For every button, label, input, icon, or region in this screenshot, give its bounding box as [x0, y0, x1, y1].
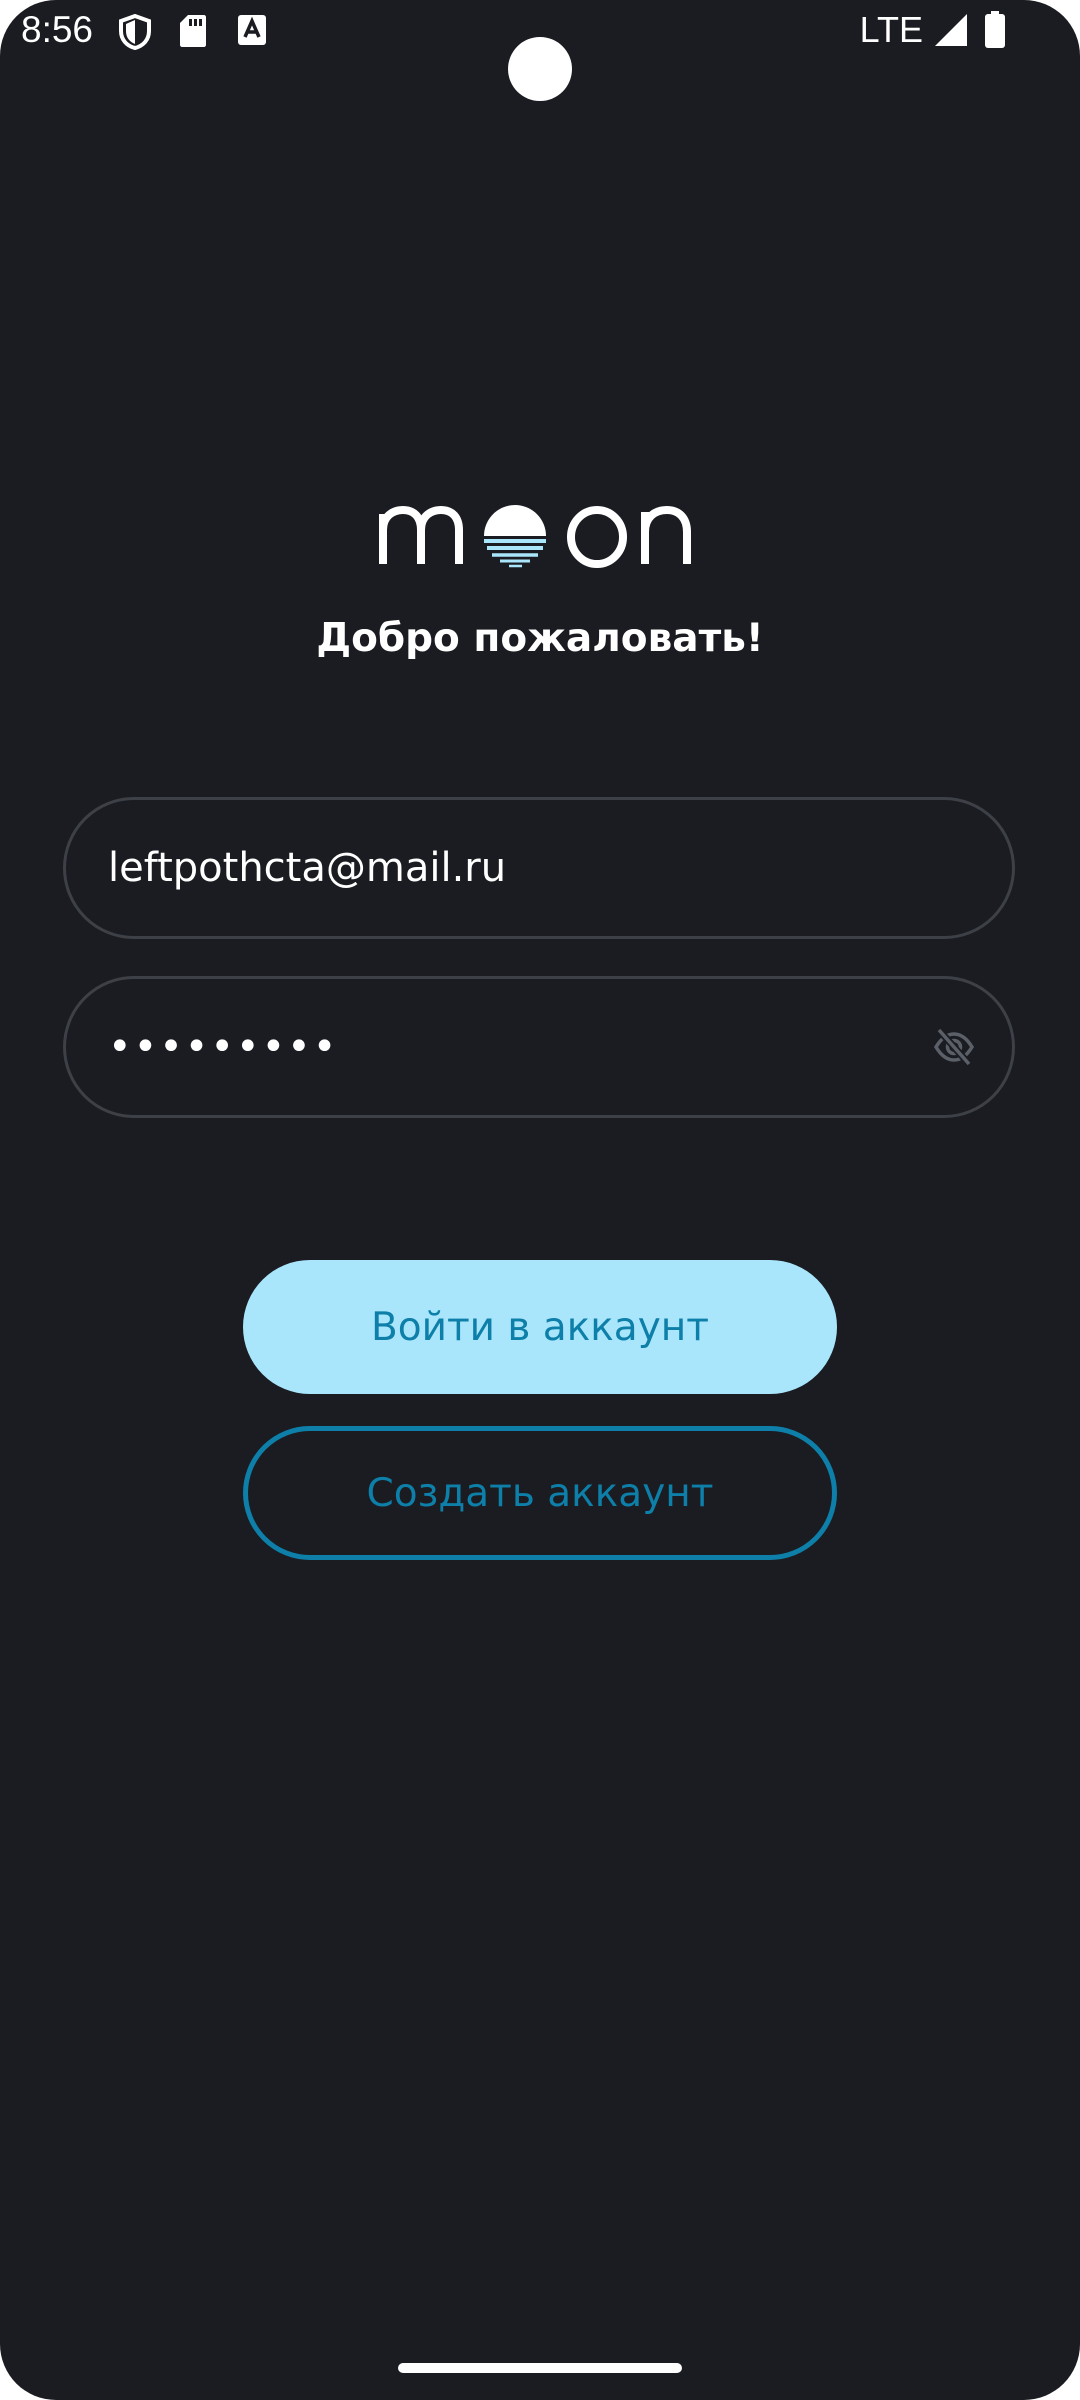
signal-icon [933, 12, 969, 52]
create-account-button-label: Создать аккаунт [366, 1470, 714, 1516]
login-button-label: Войти в аккаунт [370, 1304, 709, 1350]
password-value: ••••••••• [108, 1024, 339, 1070]
camera-cutout [508, 37, 572, 101]
password-field[interactable]: ••••••••• [63, 976, 1015, 1118]
login-screen: 8:56 LTE Добро пожаловать! leftpothcta@m… [0, 0, 1080, 2400]
login-button[interactable]: Войти в аккаунт [243, 1260, 837, 1394]
network-type: LTE [859, 9, 923, 50]
welcome-title: Добро пожаловать! [316, 616, 764, 661]
status-time: 8:56 [21, 9, 94, 50]
email-value: leftpothcta@mail.ru [108, 845, 507, 891]
shield-icon [118, 13, 152, 54]
moon-logo [376, 478, 704, 568]
create-account-button[interactable]: Создать аккаунт [243, 1426, 837, 1560]
battery-icon [984, 11, 1006, 53]
sd-card-icon [179, 14, 207, 52]
email-field[interactable]: leftpothcta@mail.ru [63, 797, 1015, 939]
a-notification-icon [237, 14, 267, 50]
eye-off-icon[interactable] [932, 1025, 976, 1069]
home-indicator[interactable] [398, 2363, 682, 2373]
